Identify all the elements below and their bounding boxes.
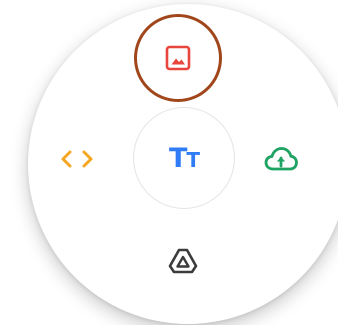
cloud-upload-icon	[264, 146, 298, 172]
code-icon	[60, 149, 94, 169]
selection-ring	[134, 14, 222, 102]
stage: TT	[0, 0, 338, 325]
text-format-icon: TT	[168, 142, 200, 174]
drive-button[interactable]	[162, 240, 204, 282]
insert-text-button[interactable]: TT	[133, 107, 235, 209]
upload-button[interactable]	[258, 138, 304, 180]
insert-code-button[interactable]	[54, 140, 100, 178]
drive-icon	[168, 247, 198, 275]
insert-image-button[interactable]	[134, 14, 222, 102]
